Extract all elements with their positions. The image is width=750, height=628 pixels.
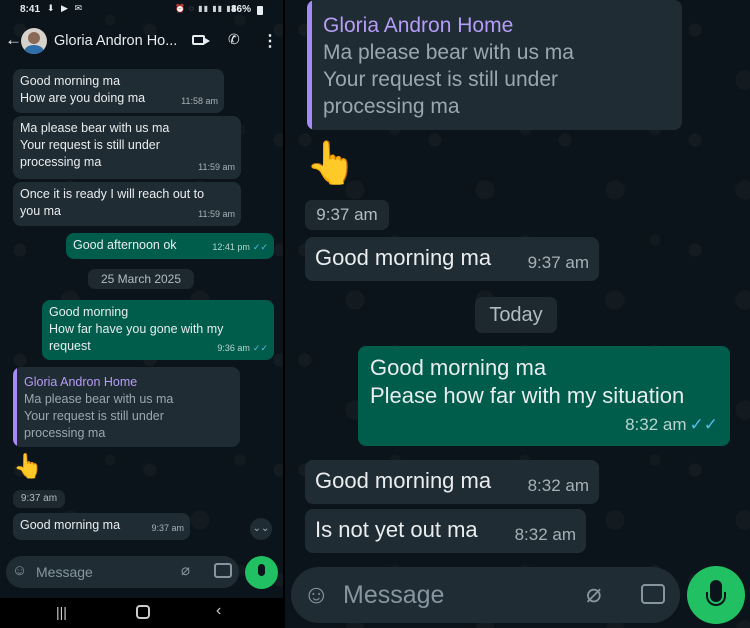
camera-icon[interactable] [214, 563, 232, 578]
message-line: Ma please bear with us ma [20, 121, 170, 135]
quote-line: Ma please bear with us ma [24, 392, 174, 406]
message-time: 12:41 pm ✓✓ [212, 242, 268, 252]
contact-name[interactable]: Gloria Andron Ho... [54, 33, 177, 49]
message-input[interactable]: Message [343, 581, 444, 610]
message-time: 11:59 am [198, 162, 235, 172]
scroll-down-icon[interactable]: ⌄⌄ [250, 518, 272, 540]
date-divider: 25 March 2025 [88, 269, 194, 289]
signal-icons: ⏰ ◌ ▮▮ ▮▮ ▮▮ [175, 4, 238, 13]
mic-button[interactable] [687, 566, 745, 624]
message-line: Good morning [49, 305, 129, 319]
message-time: 9:37 am [305, 200, 389, 230]
mic-icon [258, 564, 265, 576]
video-call-icon[interactable] [192, 35, 210, 45]
pointing-up-emoji: 👆 [305, 139, 358, 186]
message-line: Good morning ma [20, 74, 121, 88]
left-chat-screenshot: 8:41 ⬇ ▶ ✉ ⏰ ◌ ▮▮ ▮▮ ▮▮ 86% ← Gloria And… [0, 0, 285, 628]
quote-line: Your request is still under [24, 409, 164, 423]
message-bubble-outgoing[interactable]: Good morning How far have you gone with … [42, 300, 274, 360]
message-line: Your request is still under [20, 138, 160, 152]
status-time: 8:41 [20, 4, 41, 15]
message-line: Good morning ma [370, 355, 547, 380]
battery-icon [257, 6, 263, 15]
attach-icon[interactable]: ⌀ [181, 561, 190, 579]
quote-line: Ma please bear with us ma [323, 41, 574, 64]
message-bubble[interactable]: Good morning ma 8:32 am [305, 460, 599, 504]
message-line: How far have you gone with my [49, 322, 224, 336]
message-time: 11:58 am [181, 96, 218, 106]
quote-line: Your request is still under [323, 68, 559, 91]
more-options-icon[interactable]: ⋮ [262, 31, 278, 51]
quoted-reply[interactable]: Gloria Andron Home Ma please bear with u… [13, 367, 240, 447]
message-bubble[interactable]: Good morning ma 9:37 am [13, 513, 190, 540]
message-bubble[interactable]: Good morning ma How are you doing ma 11:… [13, 69, 224, 113]
message-bubble[interactable]: Good morning ma 9:37 am [305, 237, 599, 281]
recent-apps-icon[interactable]: ||| [56, 604, 67, 620]
message-input[interactable]: Message [36, 564, 93, 580]
camera-icon[interactable] [641, 584, 665, 604]
pointing-up-emoji: 👆 [13, 453, 43, 480]
message-time: 9:37 am [13, 490, 65, 508]
avatar[interactable] [21, 28, 47, 54]
quote-line: processing ma [24, 426, 106, 440]
quoted-reply[interactable]: Gloria Andron Home Ma please bear with u… [307, 0, 682, 130]
message-time: 8:32 am [527, 476, 589, 495]
message-time: 8:32 am [514, 525, 576, 544]
right-chat-zoomed: Gloria Andron Home Ma please bear with u… [285, 0, 750, 628]
read-ticks-icon: ✓✓ [689, 415, 719, 434]
android-nav-bar: ||| ‹ [0, 598, 285, 628]
message-bubble-outgoing[interactable]: Good morning ma Please how far with my s… [358, 346, 730, 446]
emoji-sticker-icon[interactable]: ☺ [303, 579, 330, 610]
date-divider: Today [475, 297, 557, 333]
chat-header: ← Gloria Andron Ho... ✆ ⋮ [0, 22, 285, 60]
quote-line: processing ma [323, 95, 460, 118]
message-bubble[interactable]: Ma please bear with us ma Your request i… [13, 116, 241, 179]
message-input-bar[interactable]: ☺ Message ⌀ [6, 556, 239, 588]
notification-icons: ⬇ ▶ ✉ [47, 3, 85, 13]
message-bubble[interactable]: Once it is ready I will reach out to you… [13, 182, 241, 226]
message-time: 9:36 am ✓✓ [217, 343, 268, 353]
home-icon[interactable] [136, 605, 150, 619]
message-line: Please how far with my situation [370, 383, 685, 408]
read-ticks-icon: ✓✓ [252, 343, 268, 353]
message-bubble-outgoing[interactable]: Good afternoon ok 12:41 pm ✓✓ [66, 233, 274, 259]
status-bar: 8:41 ⬇ ▶ ✉ ⏰ ◌ ▮▮ ▮▮ ▮▮ 86% [0, 0, 285, 20]
attach-icon[interactable]: ⌀ [586, 578, 602, 609]
back-arrow-icon[interactable]: ← [5, 30, 22, 50]
quote-author: Gloria Andron Home [323, 14, 514, 37]
message-time: 11:59 am [198, 209, 235, 219]
phone-call-icon[interactable]: ✆ [228, 31, 240, 48]
message-time: 9:37 am [151, 523, 184, 533]
mic-button[interactable] [245, 556, 278, 589]
quote-author: Gloria Andron Home [24, 375, 138, 389]
message-input-bar[interactable]: ☺ Message ⌀ [291, 567, 680, 623]
message-time: 9:37 am [527, 253, 589, 272]
battery-percent: 86% [231, 4, 252, 15]
back-nav-icon[interactable]: ‹ [216, 602, 221, 620]
emoji-sticker-icon[interactable]: ☺ [12, 562, 27, 579]
message-line: Once it is ready I will reach out to [20, 187, 205, 201]
read-ticks-icon: ✓✓ [252, 242, 268, 252]
message-time: 8:32 am ✓✓ [625, 415, 719, 434]
message-bubble[interactable]: Is not yet out ma 8:32 am [305, 509, 586, 553]
